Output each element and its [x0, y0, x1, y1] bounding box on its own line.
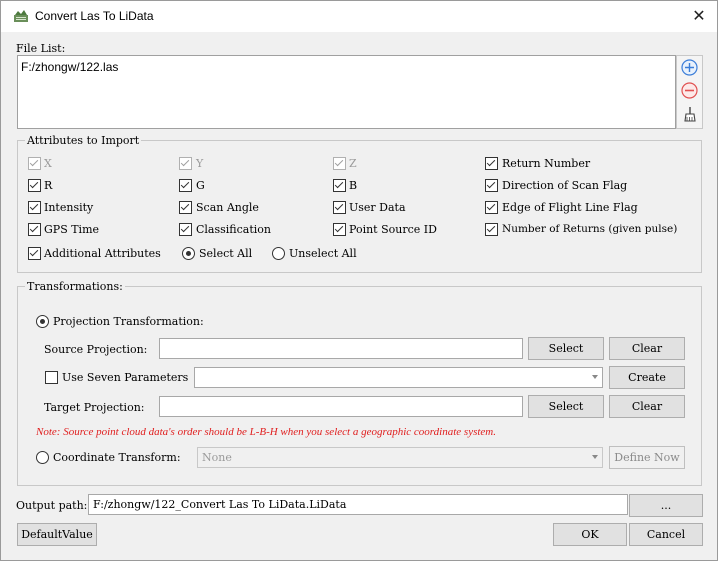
ok-button[interactable]: OK — [553, 523, 627, 546]
coordinate-transform-combo[interactable]: None — [197, 447, 603, 468]
checkbox-label-edge-flight-line: Edge of Flight Line Flag — [502, 201, 638, 214]
source-select-button[interactable]: Select — [528, 337, 604, 360]
checkbox-r[interactable] — [28, 179, 41, 192]
chevron-down-icon — [592, 375, 598, 379]
output-path-label: Output path: — [16, 499, 88, 512]
radio-projection-transformation[interactable] — [36, 315, 49, 328]
output-path-input[interactable]: F:/zhongw/122_Convert Las To LiData.LiDa… — [88, 494, 628, 515]
file-list[interactable]: F:/zhongw/122.las — [17, 55, 676, 129]
checkbox-use-seven-parameters[interactable] — [45, 371, 58, 384]
dialog-window: Convert Las To LiData ✕ File List: F:/zh… — [0, 0, 718, 561]
checkbox-additional-attributes[interactable] — [28, 247, 41, 260]
target-clear-button[interactable]: Clear — [609, 395, 685, 418]
target-projection-input[interactable] — [159, 396, 523, 417]
default-value-button[interactable]: DefaultValue — [17, 523, 97, 546]
radio-label-unselect-all: Unselect All — [289, 247, 357, 260]
checkbox-label-classification: Classification — [196, 223, 272, 236]
checkbox-classification[interactable] — [179, 223, 192, 236]
radio-label-select-all: Select All — [199, 247, 253, 260]
close-button[interactable]: ✕ — [689, 6, 709, 26]
radio-unselect-all[interactable] — [272, 247, 285, 260]
checkbox-number-of-returns[interactable] — [485, 223, 498, 236]
checkbox-y[interactable] — [179, 157, 192, 170]
file-list-toolbar — [676, 55, 703, 129]
browse-button[interactable]: ... — [629, 494, 703, 517]
checkbox-label-intensity: Intensity — [44, 201, 94, 214]
source-projection-label: Source Projection: — [44, 343, 148, 356]
checkbox-label-user-data: User Data — [349, 201, 406, 214]
checkbox-x[interactable] — [28, 157, 41, 170]
checkbox-label-z: Z — [349, 157, 357, 170]
file-list-label: File List: — [16, 42, 66, 55]
checkbox-z[interactable] — [333, 157, 346, 170]
checkbox-user-data[interactable] — [333, 201, 346, 214]
attributes-group-title: Attributes to Import — [25, 134, 142, 147]
checkbox-label-number-of-returns: Number of Returns (given pulse) — [502, 223, 678, 235]
radio-coordinate-transform[interactable] — [36, 451, 49, 464]
checkbox-label-b: B — [349, 179, 358, 192]
checkbox-point-source-id[interactable] — [333, 223, 346, 236]
checkbox-edge-flight-line[interactable] — [485, 201, 498, 214]
app-icon — [14, 10, 28, 22]
checkbox-b[interactable] — [333, 179, 346, 192]
remove-icon[interactable] — [680, 81, 699, 100]
checkbox-label-gps-time: GPS Time — [44, 223, 100, 236]
define-now-button[interactable]: Define Now — [609, 446, 685, 469]
radio-select-all[interactable] — [182, 247, 195, 260]
checkbox-gps-time[interactable] — [28, 223, 41, 236]
checkbox-label-scan-angle: Scan Angle — [196, 201, 259, 214]
checkbox-label-point-source-id: Point Source ID — [349, 223, 437, 236]
checkbox-return-number[interactable] — [485, 157, 498, 170]
add-icon[interactable] — [680, 58, 699, 77]
radio-label-coordinate-transform: Coordinate Transform: — [53, 451, 181, 464]
create-button[interactable]: Create — [609, 366, 685, 389]
checkbox-label-y: Y — [196, 157, 204, 170]
cancel-button[interactable]: Cancel — [629, 523, 703, 546]
checkbox-label-r: R — [44, 179, 53, 192]
target-select-button[interactable]: Select — [528, 395, 604, 418]
target-projection-label: Target Projection: — [44, 401, 145, 414]
seven-parameters-combo[interactable] — [194, 367, 603, 388]
checkbox-label-direction-scan-flag: Direction of Scan Flag — [502, 179, 628, 192]
checkbox-label-return-number: Return Number — [502, 157, 591, 170]
checkbox-label-g: G — [196, 179, 205, 192]
source-projection-input[interactable] — [159, 338, 523, 359]
radio-label-projection-transformation: Projection Transformation: — [53, 315, 204, 328]
broom-icon[interactable] — [680, 105, 699, 124]
checkbox-direction-scan-flag[interactable] — [485, 179, 498, 192]
checkbox-label-use-seven-parameters: Use Seven Parameters — [62, 371, 189, 384]
checkbox-g[interactable] — [179, 179, 192, 192]
checkbox-label-additional-attributes: Additional Attributes — [44, 247, 161, 260]
transformations-group-title: Transformations: — [25, 280, 125, 293]
title-bar: Convert Las To LiData ✕ — [1, 1, 717, 32]
checkbox-label-x: X — [44, 157, 52, 170]
window-title: Convert Las To LiData — [35, 9, 154, 23]
source-clear-button[interactable]: Clear — [609, 337, 685, 360]
checkbox-scan-angle[interactable] — [179, 201, 192, 214]
file-list-item[interactable]: F:/zhongw/122.las — [21, 60, 118, 74]
geographic-order-note: Note: Source point cloud data's order sh… — [36, 426, 496, 438]
checkbox-intensity[interactable] — [28, 201, 41, 214]
chevron-down-icon — [592, 455, 598, 459]
